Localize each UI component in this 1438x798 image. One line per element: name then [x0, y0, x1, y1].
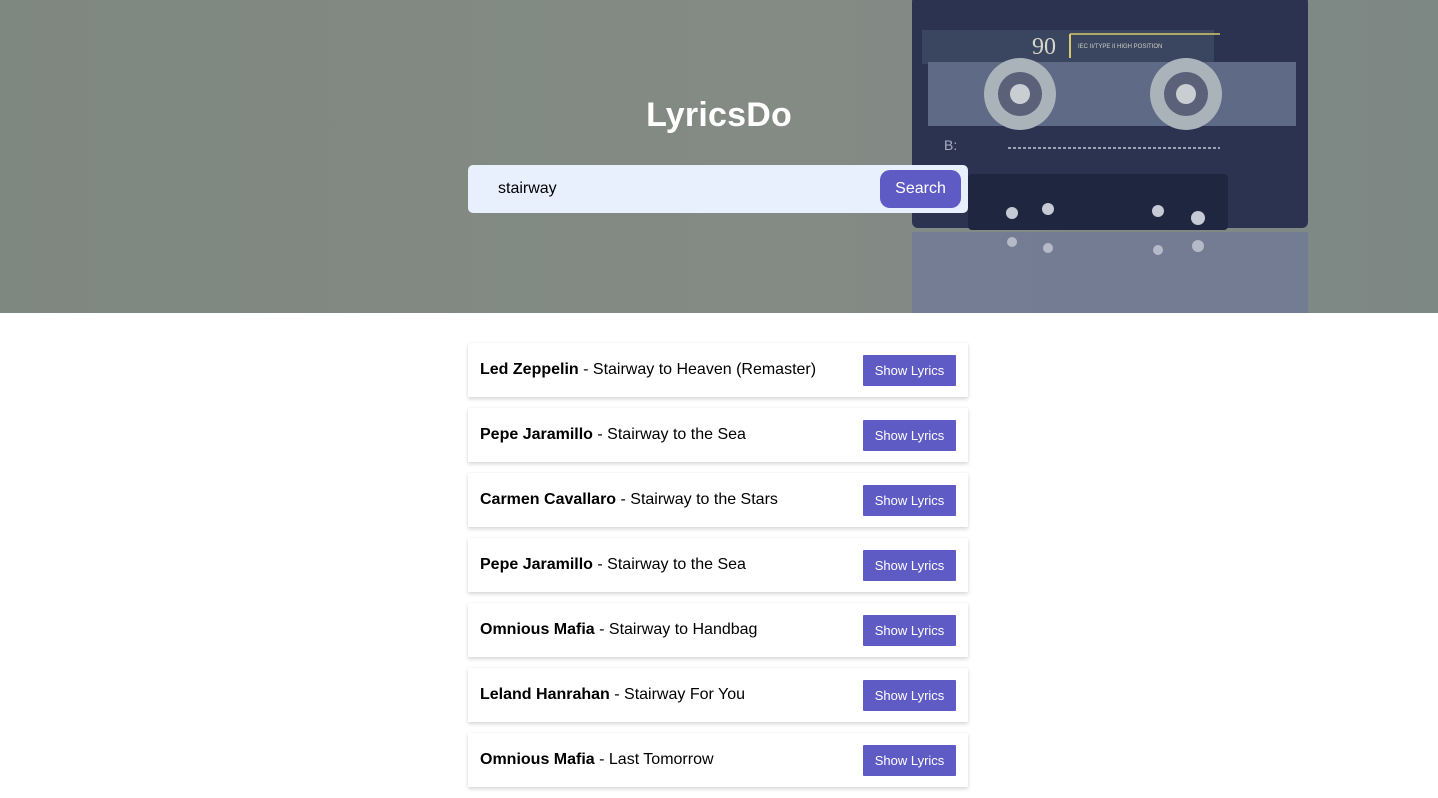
song-title: Stairway to Handbag: [608, 621, 758, 638]
result-item: Omnious Mafia - Last Tomorrow Show Lyric…: [468, 733, 968, 787]
artist-name: Leland Hanrahan: [480, 686, 610, 703]
search-form: Search: [468, 165, 968, 213]
result-text: Leland Hanrahan - Stairway For You: [480, 686, 745, 704]
show-lyrics-button[interactable]: Show Lyrics: [863, 614, 956, 646]
result-text: Led Zeppelin - Stairway to Heaven (Remas…: [480, 361, 816, 379]
hero-banner: 90 IEC II/TYPE II HIGH POSITION B: Lyric…: [0, 0, 1438, 313]
result-text: Pepe Jaramillo - Stairway to the Sea: [480, 426, 746, 444]
song-title: Stairway to the Stars: [630, 491, 778, 508]
show-lyrics-button[interactable]: Show Lyrics: [863, 484, 956, 516]
result-item: Leland Hanrahan - Stairway For You Show …: [468, 668, 968, 722]
separator: -: [592, 426, 608, 443]
svg-text:90: 90: [1032, 34, 1056, 60]
result-text: Omnious Mafia - Stairway to Handbag: [480, 621, 757, 639]
results-list: Led Zeppelin - Stairway to Heaven (Remas…: [468, 343, 968, 798]
search-button[interactable]: Search: [880, 170, 961, 208]
separator: -: [609, 686, 625, 703]
artist-name: Led Zeppelin: [480, 361, 579, 378]
song-title: Stairway to Heaven (Remaster): [592, 361, 817, 378]
song-title: Stairway to the Sea: [607, 426, 746, 443]
result-item: Pepe Jaramillo - Stairway to the Sea Sho…: [468, 408, 968, 462]
result-item: Pepe Jaramillo - Stairway to the Sea Sho…: [468, 538, 968, 592]
result-item: Led Zeppelin - Stairway to Heaven (Remas…: [468, 343, 968, 397]
show-lyrics-button[interactable]: Show Lyrics: [863, 354, 956, 386]
artist-name: Carmen Cavallaro: [480, 491, 617, 508]
separator: -: [594, 751, 609, 768]
song-title: Stairway For You: [624, 686, 745, 703]
show-lyrics-button[interactable]: Show Lyrics: [863, 549, 956, 581]
artist-name: Pepe Jaramillo: [480, 556, 593, 573]
app-title: LyricsDo: [646, 96, 792, 134]
result-text: Omnious Mafia - Last Tomorrow: [480, 751, 714, 769]
song-title: Stairway to the Sea: [607, 556, 746, 573]
result-item: Omnious Mafia - Stairway to Handbag Show…: [468, 603, 968, 657]
result-text: Pepe Jaramillo - Stairway to the Sea: [480, 556, 746, 574]
show-lyrics-button[interactable]: Show Lyrics: [863, 419, 956, 451]
result-text: Carmen Cavallaro - Stairway to the Stars: [480, 491, 778, 509]
song-title: Last Tomorrow: [608, 751, 714, 768]
separator: -: [594, 621, 609, 638]
svg-text:IEC II/TYPE II HIGH POSITION: IEC II/TYPE II HIGH POSITION: [1078, 44, 1162, 50]
cassette-tape-image: 90 IEC II/TYPE II HIGH POSITION B:: [912, 0, 1308, 313]
separator: -: [578, 361, 593, 378]
result-item: Carmen Cavallaro - Stairway to the Stars…: [468, 473, 968, 527]
separator: -: [592, 556, 608, 573]
separator: -: [616, 491, 631, 508]
artist-name: Omnious Mafia: [480, 621, 595, 638]
artist-name: Pepe Jaramillo: [480, 426, 593, 443]
show-lyrics-button[interactable]: Show Lyrics: [863, 744, 956, 776]
show-lyrics-button[interactable]: Show Lyrics: [863, 679, 956, 711]
artist-name: Omnious Mafia: [480, 751, 595, 768]
svg-text:B:: B:: [944, 137, 957, 153]
search-input[interactable]: [486, 165, 876, 213]
